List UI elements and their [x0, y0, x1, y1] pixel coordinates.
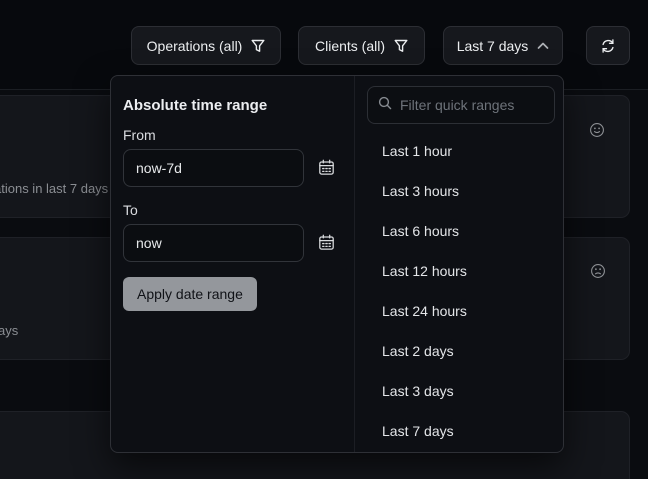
to-label: To: [123, 202, 138, 218]
quick-range-filter-input[interactable]: [400, 97, 544, 113]
time-range-label: Last 7 days: [457, 38, 529, 54]
clients-filter-label: Clients (all): [315, 38, 385, 54]
from-input[interactable]: [123, 149, 304, 187]
operations-filter-button[interactable]: Operations (all): [131, 26, 281, 65]
search-icon: [378, 96, 392, 115]
calendar-icon: [318, 164, 335, 179]
quick-range-list: Last 1 hour Last 3 hours Last 6 hours La…: [355, 131, 563, 451]
app-screen: ations in last 7 days ays Operations (al…: [0, 0, 648, 479]
refresh-icon: [600, 38, 616, 54]
card-caption: ations in last 7 days: [0, 181, 108, 196]
to-input[interactable]: [123, 224, 304, 262]
card-caption: ays: [0, 323, 18, 338]
quick-range-option[interactable]: Last 12 hours: [355, 251, 563, 291]
quick-range-option[interactable]: Last 24 hours: [355, 291, 563, 331]
time-range-button[interactable]: Last 7 days: [443, 26, 563, 65]
quick-range-option[interactable]: Last 2 days: [355, 331, 563, 371]
from-label: From: [123, 127, 156, 143]
absolute-range-title: Absolute time range: [123, 97, 267, 114]
refresh-button[interactable]: [586, 26, 630, 65]
clients-filter-button[interactable]: Clients (all): [298, 26, 425, 65]
quick-range-option[interactable]: Last 7 days: [355, 411, 563, 451]
calendar-icon: [318, 239, 335, 254]
chevron-up-icon: [537, 42, 549, 50]
quick-range-option[interactable]: Last 6 hours: [355, 211, 563, 251]
time-range-picker-dropdown: Absolute time range From To: [110, 75, 564, 453]
from-calendar-button[interactable]: [315, 157, 337, 179]
filter-icon: [394, 39, 408, 53]
quick-range-option[interactable]: Last 3 days: [355, 371, 563, 411]
to-calendar-button[interactable]: [315, 232, 337, 254]
quick-range-option[interactable]: Last 1 hour: [355, 131, 563, 171]
operations-filter-label: Operations (all): [147, 38, 243, 54]
quick-range-search: [367, 86, 555, 124]
apply-date-range-button[interactable]: Apply date range: [123, 277, 257, 311]
sad-face-icon: [590, 263, 606, 279]
filter-icon: [251, 39, 265, 53]
happy-face-icon: [589, 122, 605, 138]
quick-range-option[interactable]: Last 3 hours: [355, 171, 563, 211]
